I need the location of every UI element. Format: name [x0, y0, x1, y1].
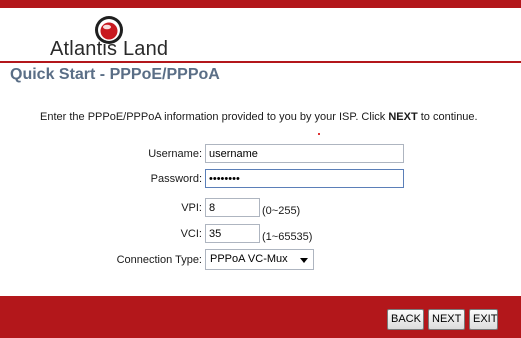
connection-type-select[interactable]: PPPoA VC-Mux	[205, 249, 314, 270]
username-input[interactable]	[205, 144, 404, 163]
chevron-down-icon[interactable]	[300, 258, 308, 263]
vpi-label: VPI:	[181, 202, 202, 214]
connection-type-label: Connection Type:	[116, 254, 202, 266]
instruction-text: Enter the PPPoE/PPPoA information provid…	[40, 111, 478, 123]
brand-name: Atlantis Land	[50, 38, 169, 60]
vci-range-hint: (1~65535)	[262, 231, 313, 243]
header-top-band	[0, 0, 521, 8]
connection-type-value: PPPoA VC-Mux	[210, 253, 288, 265]
vpi-range-hint: (0~255)	[262, 205, 301, 217]
instruction-suffix: to continue.	[417, 111, 478, 123]
vpi-input[interactable]	[205, 198, 260, 217]
password-label: Password:	[150, 173, 202, 185]
page-title: Quick Start - PPPoE/PPPoA	[10, 66, 220, 83]
back-button[interactable]: BACK	[387, 309, 424, 330]
exit-button[interactable]: EXIT	[469, 309, 498, 330]
username-label: Username:	[148, 148, 202, 160]
instruction-emphasis: NEXT	[388, 111, 418, 123]
marker-dot	[318, 133, 320, 135]
header-divider	[0, 61, 521, 63]
instruction-prefix: Enter the PPPoE/PPPoA information provid…	[40, 111, 389, 123]
vci-input[interactable]	[205, 224, 260, 243]
vci-label: VCI:	[180, 228, 202, 240]
next-button[interactable]: NEXT	[428, 309, 465, 330]
password-input[interactable]	[205, 169, 404, 188]
